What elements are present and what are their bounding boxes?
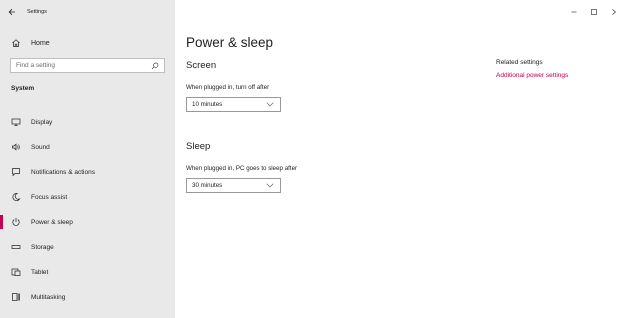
speaker-icon	[10, 141, 22, 153]
sidebar-item-display[interactable]: Display	[0, 112, 175, 132]
chevron-right-icon	[612, 9, 616, 15]
app-title: Settings	[27, 9, 47, 15]
title-bar: Settings	[0, 0, 175, 24]
dropdown-value: 30 minutes	[192, 182, 223, 189]
sidebar-item-label: Display	[31, 118, 53, 126]
screen-timeout-dropdown[interactable]: 10 minutes	[186, 97, 281, 112]
sidebar-item-sound[interactable]: Sound	[0, 137, 175, 157]
sleep-timeout-label: When plugged in, PC goes to sleep after	[186, 165, 298, 172]
sidebar-item-label: Tablet	[31, 268, 49, 276]
search-icon[interactable]	[151, 62, 159, 70]
close-button[interactable]	[604, 0, 624, 24]
sidebar-item-label: Sound	[31, 143, 50, 151]
notifications-icon	[10, 166, 22, 178]
sleep-heading: Sleep	[186, 141, 211, 152]
main-content: Power & sleep Screen When plugged in, tu…	[175, 0, 624, 318]
sidebar-item-label: Focus assist	[31, 193, 68, 201]
minimize-button[interactable]	[564, 0, 584, 24]
maximize-button[interactable]	[584, 0, 604, 24]
chevron-down-icon	[265, 100, 275, 110]
tablet-icon	[10, 266, 22, 278]
maximize-icon	[591, 9, 597, 15]
sidebar-item-notifications[interactable]: Notifications & actions	[0, 162, 175, 182]
sidebar-item-power-sleep[interactable]: Power & sleep	[0, 212, 175, 232]
sidebar-item-label: Power & sleep	[31, 218, 73, 226]
window-controls	[564, 0, 624, 24]
sidebar-item-tablet[interactable]: Tablet	[0, 262, 175, 282]
sleep-timeout-dropdown[interactable]: 30 minutes	[186, 178, 281, 193]
dropdown-value: 10 minutes	[192, 101, 223, 108]
screen-heading: Screen	[186, 60, 217, 71]
section-label: System	[11, 85, 35, 92]
search-input[interactable]	[16, 62, 144, 69]
minimize-icon	[571, 11, 577, 13]
power-icon	[10, 216, 22, 228]
page-title: Power & sleep	[186, 35, 274, 50]
additional-power-settings-link[interactable]: Additional power settings	[496, 72, 568, 79]
sidebar-item-label: Notifications & actions	[31, 168, 95, 176]
sidebar-item-home[interactable]: Home	[0, 34, 175, 52]
sidebar: Settings Home System Display Sound Notif…	[0, 0, 175, 318]
sidebar-item-focus-assist[interactable]: Focus assist	[0, 187, 175, 207]
related-settings-heading: Related settings	[496, 59, 543, 66]
back-arrow-icon	[8, 8, 15, 16]
home-icon	[10, 37, 22, 49]
sidebar-item-label: Home	[31, 39, 50, 47]
sidebar-item-storage[interactable]: Storage	[0, 237, 175, 257]
storage-icon	[10, 241, 22, 253]
sidebar-item-multitasking[interactable]: Multitasking	[0, 287, 175, 307]
screen-timeout-label: When plugged in, turn off after	[186, 84, 270, 91]
chevron-down-icon	[265, 181, 275, 191]
back-button[interactable]	[3, 3, 21, 21]
monitor-icon	[10, 116, 22, 128]
moon-icon	[10, 191, 22, 203]
sidebar-item-label: Storage	[31, 243, 54, 251]
multitasking-icon	[10, 291, 22, 303]
search-box	[10, 58, 165, 73]
sidebar-item-label: Multitasking	[31, 293, 66, 301]
